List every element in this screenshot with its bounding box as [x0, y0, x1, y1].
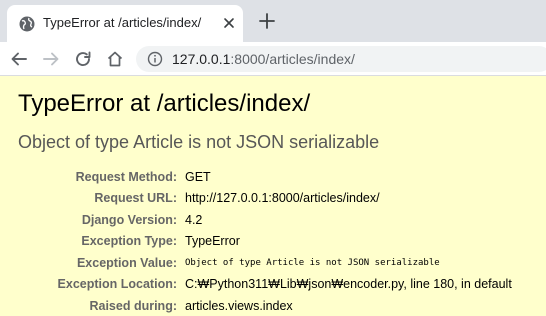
arrow-right-icon[interactable] — [42, 50, 60, 68]
url-host: 127.0.0.1 — [172, 51, 231, 67]
url-path: :8000/articles/index/ — [230, 51, 355, 67]
row-label: Exception Type: — [81, 234, 177, 249]
row-label: Request Method: — [75, 169, 177, 184]
row-label: Django Version: — [81, 212, 177, 227]
row-value: 4.2 — [185, 212, 203, 227]
row-label: Exception Location: — [57, 277, 177, 292]
row-value: Object of type Article is not JSON seria… — [185, 257, 440, 268]
arrow-left-icon[interactable] — [10, 50, 28, 68]
url-text[interactable]: 127.0.0.1:8000/articles/index/ — [172, 51, 355, 67]
table-row: Exception Type: TypeError — [0, 231, 512, 253]
browser-tab[interactable]: TypeError at /articles/index/ — [7, 5, 243, 42]
request-info-table: Request Method: GET Request URL: http://… — [0, 166, 512, 316]
row-value: articles.views.index — [185, 298, 293, 313]
table-row: Django Version: 4.2 — [0, 209, 512, 231]
close-icon[interactable] — [222, 16, 236, 30]
table-row: Raised during: articles.views.index — [0, 295, 512, 316]
plus-icon[interactable] — [258, 12, 276, 30]
globe-icon — [19, 16, 35, 32]
tab-strip: TypeError at /articles/index/ — [0, 0, 546, 42]
row-label: Exception Value: — [76, 255, 177, 270]
table-row: Request Method: GET — [0, 166, 512, 188]
home-icon[interactable] — [106, 50, 124, 68]
reload-icon[interactable] — [74, 50, 92, 68]
row-label: Request URL: — [94, 191, 177, 206]
info-icon[interactable] — [147, 51, 163, 67]
row-value: http://127.0.0.1:8000/articles/index/ — [185, 191, 380, 206]
row-label: Raised during: — [89, 298, 177, 313]
error-summary: TypeError at /articles/index/ Object of … — [0, 77, 546, 316]
page-title: TypeError at /articles/index/ — [18, 90, 311, 117]
table-row: Request URL: http://127.0.0.1:8000/artic… — [0, 188, 512, 210]
table-row: Exception Location: C:₩Python311₩Lib₩jso… — [0, 274, 512, 296]
browser-toolbar: 127.0.0.1:8000/articles/index/ — [0, 42, 546, 76]
exception-message: Object of type Article is not JSON seria… — [18, 132, 380, 152]
address-bar[interactable]: 127.0.0.1:8000/articles/index/ — [136, 46, 546, 72]
row-value: C:₩Python311₩Lib₩json₩encoder.py, line 1… — [185, 277, 512, 292]
row-value: GET — [185, 169, 211, 184]
row-value: TypeError — [185, 234, 240, 249]
tab-title: TypeError at /articles/index/ — [43, 15, 202, 30]
table-row: Exception Value: Object of type Article … — [0, 252, 512, 274]
